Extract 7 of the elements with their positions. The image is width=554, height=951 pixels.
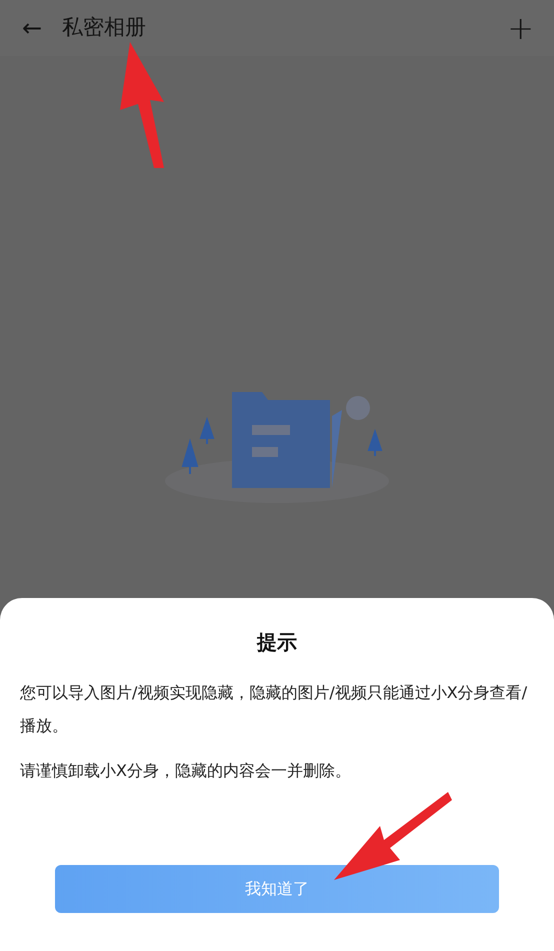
back-button[interactable]: ← — [16, 16, 48, 40]
dialog-title: 提示 — [256, 629, 298, 656]
confirm-button[interactable]: 我知道了 — [55, 865, 499, 913]
dialog-text: 请谨慎卸载小X分身，隐藏的内容会一并删除。 — [20, 760, 352, 782]
page-title: 私密相册 — [62, 14, 146, 42]
dialog-text: 您可以导入图片/视频实现隐藏，隐藏的图片/视频只能通过小X分身查看/播放。 — [20, 682, 528, 737]
add-button[interactable]: + — [503, 12, 538, 44]
